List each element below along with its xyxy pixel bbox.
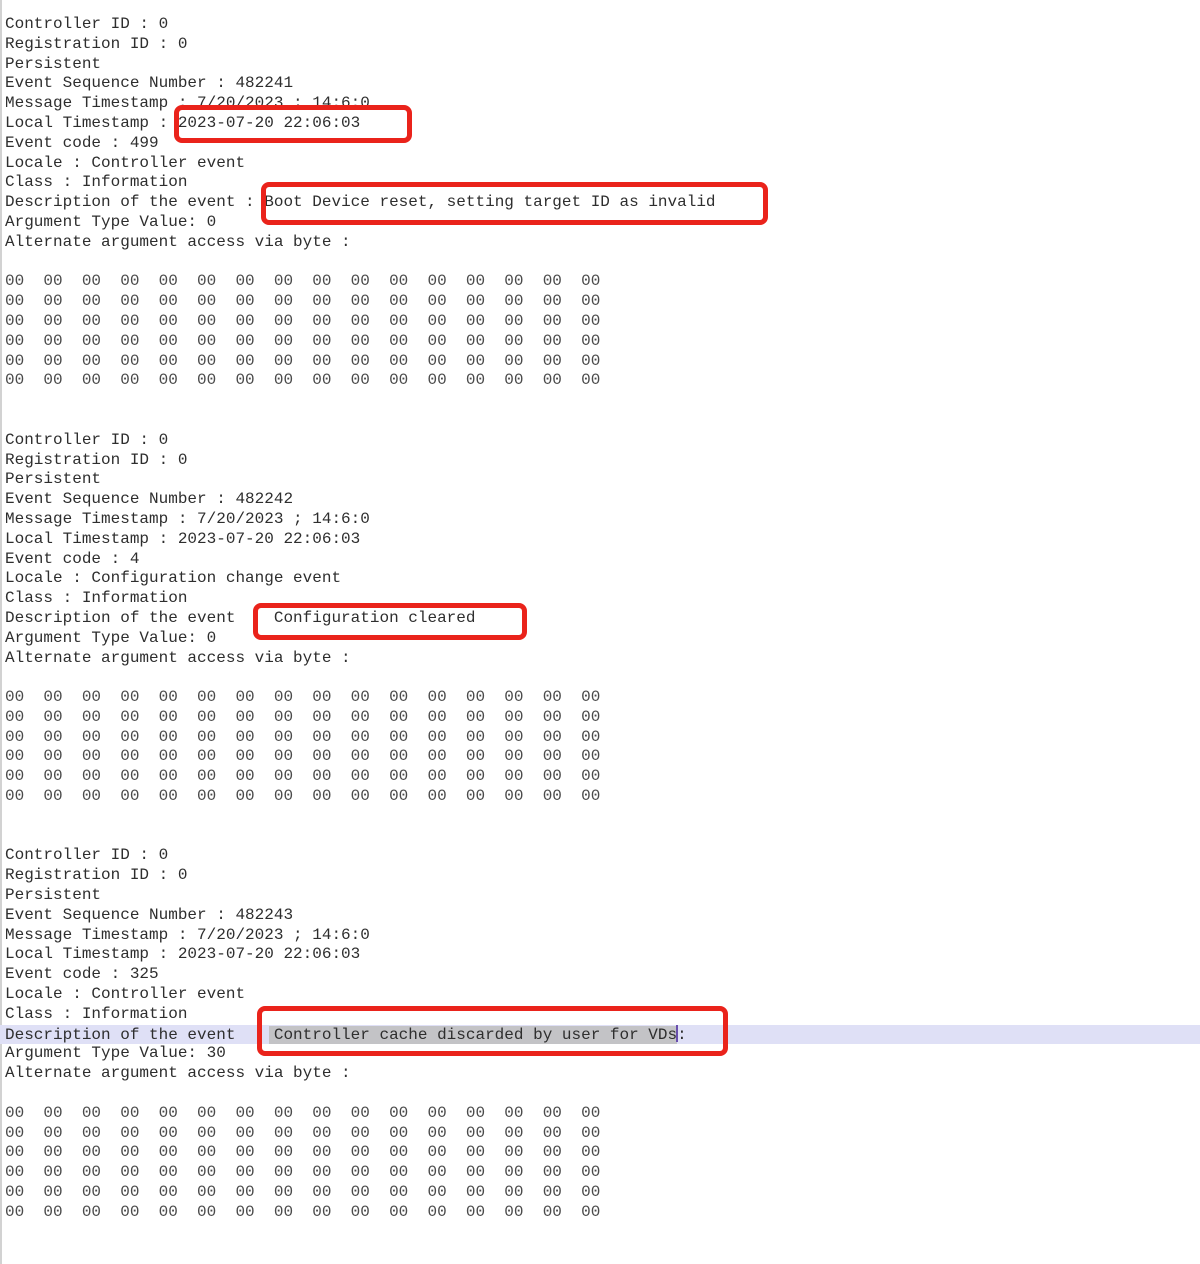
text-caret	[676, 1025, 678, 1042]
log-line	[0, 253, 1200, 273]
controller-id-line: Controller ID : 0	[0, 431, 1200, 451]
alternate-argument-line: Alternate argument access via byte :	[0, 233, 1200, 253]
hex-dump-row: 00 00 00 00 00 00 00 00 00 00 00 00 00 0…	[0, 371, 1200, 391]
hex-dump-row: 00 00 00 00 00 00 00 00 00 00 00 00 00 0…	[0, 747, 1200, 767]
hex-dump-row: 00 00 00 00 00 00 00 00 00 00 00 00 00 0…	[0, 272, 1200, 292]
local-timestamp-line: Local Timestamp : 2023-07-20 22:06:03	[0, 945, 1200, 965]
persistent-line: Persistent	[0, 470, 1200, 490]
hex-dump-row: 00 00 00 00 00 00 00 00 00 00 00 00 00 0…	[0, 1143, 1200, 1163]
log-line	[0, 411, 1200, 431]
log-line	[0, 827, 1200, 847]
log-line	[0, 1084, 1200, 1104]
description-line: Description of the event Controller cach…	[0, 1025, 1200, 1045]
locale-line: Locale : Controller event	[0, 985, 1200, 1005]
log-line	[0, 1223, 1200, 1243]
hex-dump-row: 00 00 00 00 00 00 00 00 00 00 00 00 00 0…	[0, 312, 1200, 332]
selected-text: Controller cache discarded by user for V…	[269, 1026, 677, 1044]
log-line	[0, 668, 1200, 688]
class-line: Class : Information	[0, 173, 1200, 193]
log-line	[0, 391, 1200, 411]
persistent-line: Persistent	[0, 886, 1200, 906]
hex-dump-row: 00 00 00 00 00 00 00 00 00 00 00 00 00 0…	[0, 1163, 1200, 1183]
event-code-line: Event code : 499	[0, 134, 1200, 154]
hex-dump-row: 00 00 00 00 00 00 00 00 00 00 00 00 00 0…	[0, 332, 1200, 352]
registration-id-line: Registration ID : 0	[0, 451, 1200, 471]
class-line: Class : Information	[0, 1005, 1200, 1025]
registration-id-line: Registration ID : 0	[0, 866, 1200, 886]
alternate-argument-line: Alternate argument access via byte :	[0, 649, 1200, 669]
hex-dump-row: 00 00 00 00 00 00 00 00 00 00 00 00 00 0…	[0, 728, 1200, 748]
argument-type-line: Argument Type Value: 30	[0, 1044, 1200, 1064]
local-timestamp-line: Local Timestamp : 2023-07-20 22:06:03	[0, 530, 1200, 550]
hex-dump-row: 00 00 00 00 00 00 00 00 00 00 00 00 00 0…	[0, 292, 1200, 312]
hex-dump-row: 00 00 00 00 00 00 00 00 00 00 00 00 00 0…	[0, 1203, 1200, 1223]
locale-line: Locale : Controller event	[0, 154, 1200, 174]
description-line: Description of the event : Boot Device r…	[0, 193, 1200, 213]
hex-dump-row: 00 00 00 00 00 00 00 00 00 00 00 00 00 0…	[0, 787, 1200, 807]
message-timestamp-line: Message Timestamp : 7/20/2023 ; 14:6:0	[0, 510, 1200, 530]
local-timestamp-line: Local Timestamp : 2023-07-20 22:06:03	[0, 114, 1200, 134]
log-document[interactable]: Controller ID : 0Registration ID : 0Pers…	[0, 0, 1200, 1264]
hex-dump-row: 00 00 00 00 00 00 00 00 00 00 00 00 00 0…	[0, 708, 1200, 728]
description-line: Description of the event Configuration c…	[0, 609, 1200, 629]
persistent-line: Persistent	[0, 55, 1200, 75]
registration-id-line: Registration ID : 0	[0, 35, 1200, 55]
hex-dump-row: 00 00 00 00 00 00 00 00 00 00 00 00 00 0…	[0, 1183, 1200, 1203]
log-line	[0, 807, 1200, 827]
event-code-line: Event code : 4	[0, 550, 1200, 570]
alternate-argument-line: Alternate argument access via byte :	[0, 1064, 1200, 1084]
argument-type-line: Argument Type Value: 0	[0, 629, 1200, 649]
message-timestamp-line: Message Timestamp : 7/20/2023 ; 14:6:0	[0, 94, 1200, 114]
hex-dump-row: 00 00 00 00 00 00 00 00 00 00 00 00 00 0…	[0, 767, 1200, 787]
log-line	[0, 1242, 1200, 1262]
hex-dump-row: 00 00 00 00 00 00 00 00 00 00 00 00 00 0…	[0, 1104, 1200, 1124]
controller-id-line: Controller ID : 0	[0, 15, 1200, 35]
hex-dump-row: 00 00 00 00 00 00 00 00 00 00 00 00 00 0…	[0, 688, 1200, 708]
controller-id-line: Controller ID : 0	[0, 846, 1200, 866]
event-sequence-line: Event Sequence Number : 482242	[0, 490, 1200, 510]
message-timestamp-line: Message Timestamp : 7/20/2023 ; 14:6:0	[0, 926, 1200, 946]
event-sequence-line: Event Sequence Number : 482241	[0, 74, 1200, 94]
event-code-line: Event code : 325	[0, 965, 1200, 985]
class-line: Class : Information	[0, 589, 1200, 609]
hex-dump-row: 00 00 00 00 00 00 00 00 00 00 00 00 00 0…	[0, 1124, 1200, 1144]
argument-type-line: Argument Type Value: 0	[0, 213, 1200, 233]
event-sequence-line: Event Sequence Number : 482243	[0, 906, 1200, 926]
hex-dump-row: 00 00 00 00 00 00 00 00 00 00 00 00 00 0…	[0, 352, 1200, 372]
locale-line: Locale : Configuration change event	[0, 569, 1200, 589]
